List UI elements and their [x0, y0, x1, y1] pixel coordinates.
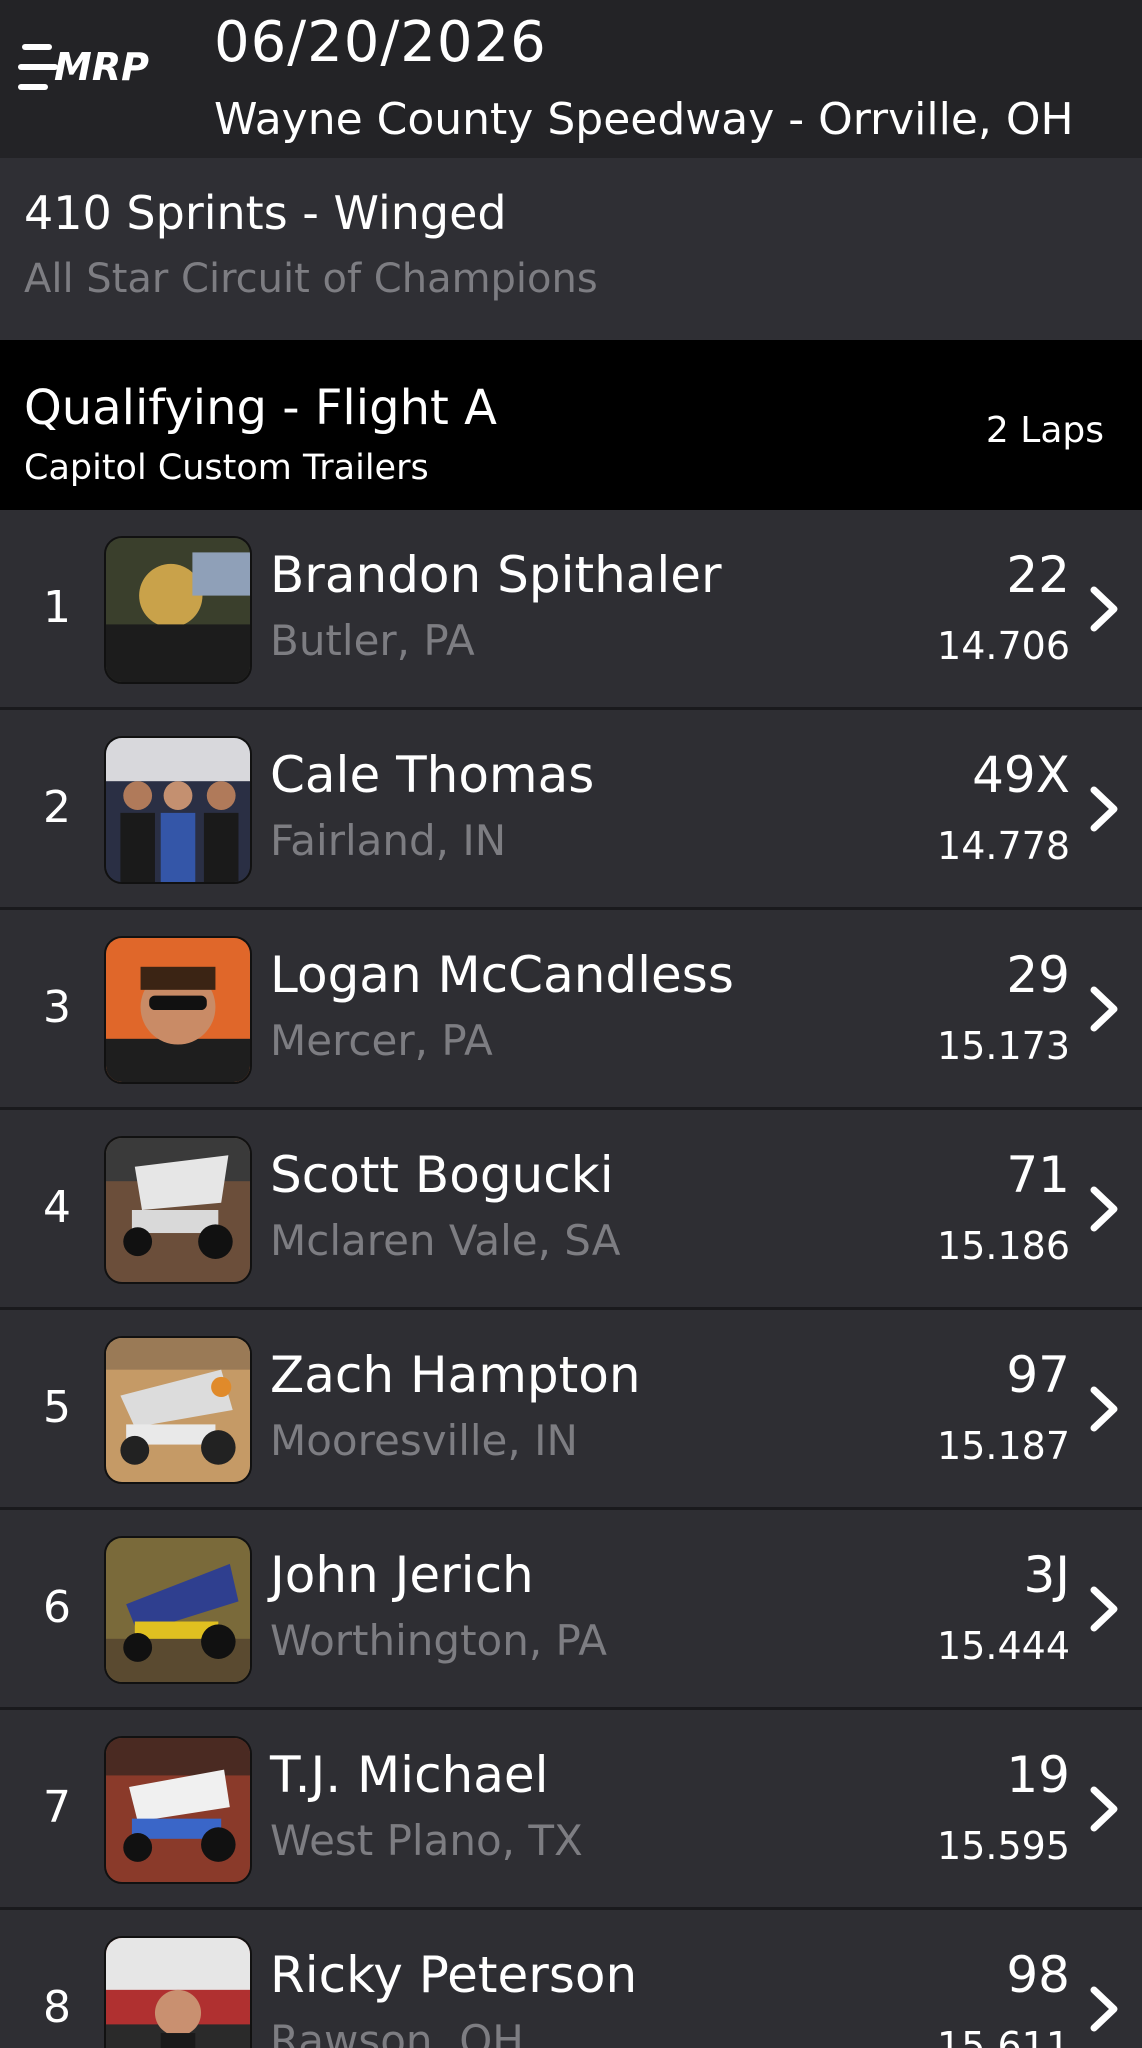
result-row[interactable]: 1 Brandon Spithaler Butler, PA 22 14.706	[0, 510, 1142, 710]
series-name: All Star Circuit of Champions	[24, 256, 598, 302]
car-number: 71	[1006, 1146, 1070, 1204]
driver-photo	[104, 1536, 252, 1684]
driver-name: Logan McCandless	[270, 946, 734, 1004]
chevron-right-icon	[1090, 586, 1118, 632]
lap-time: 15.611	[937, 2024, 1070, 2048]
lap-time: 15.186	[937, 1224, 1070, 1268]
class-name: 410 Sprints - Winged	[24, 186, 507, 240]
driver-name: Cale Thomas	[270, 746, 595, 804]
car-number: 22	[1006, 546, 1070, 604]
result-row[interactable]: 3 Logan McCandless Mercer, PA 29 15.173	[0, 910, 1142, 1110]
driver-photo	[104, 736, 252, 884]
car-number: 3J	[1023, 1546, 1070, 1604]
chevron-right-icon	[1090, 1786, 1118, 1832]
result-row[interactable]: 5 Zach Hampton Mooresville, IN 97 15.187	[0, 1310, 1142, 1510]
lap-time: 15.187	[937, 1424, 1070, 1468]
driver-hometown: Rawson, OH	[270, 2016, 524, 2048]
lap-time: 15.173	[937, 1024, 1070, 1068]
finish-position: 1	[43, 582, 71, 633]
event-venue: Wayne County Speedway - Orrville, OH	[214, 94, 1074, 145]
driver-photo	[104, 1136, 252, 1284]
driver-name: Ricky Peterson	[270, 1946, 638, 2004]
lap-time: 14.778	[937, 824, 1070, 868]
app-header: MRP 06/20/2026 Wayne County Speedway - O…	[0, 0, 1142, 158]
session-sponsor: Capitol Custom Trailers	[24, 448, 429, 488]
finish-position: 4	[43, 1182, 71, 1233]
chevron-right-icon	[1090, 1986, 1118, 2032]
driver-name: Zach Hampton	[270, 1346, 641, 1404]
driver-name: T.J. Michael	[270, 1746, 549, 1804]
session-name: Qualifying - Flight A	[24, 380, 497, 436]
session-laps: 2 Laps	[985, 410, 1104, 451]
car-number: 29	[1006, 946, 1070, 1004]
lap-time: 15.444	[937, 1624, 1070, 1668]
driver-hometown: Mercer, PA	[270, 1016, 493, 1065]
driver-photo	[104, 536, 252, 684]
driver-hometown: Mclaren Vale, SA	[270, 1216, 621, 1265]
driver-photo	[104, 1736, 252, 1884]
lap-time: 14.706	[937, 624, 1070, 668]
driver-name: John Jerich	[270, 1546, 534, 1604]
chevron-right-icon	[1090, 786, 1118, 832]
finish-position: 7	[43, 1782, 71, 1833]
car-number: 98	[1006, 1946, 1070, 2004]
driver-hometown: Worthington, PA	[270, 1616, 607, 1665]
driver-hometown: Butler, PA	[270, 616, 475, 665]
result-row[interactable]: 4 Scott Bogucki Mclaren Vale, SA 71 15.1…	[0, 1110, 1142, 1310]
session-header: Qualifying - Flight A Capitol Custom Tra…	[0, 340, 1142, 510]
driver-name: Scott Bogucki	[270, 1146, 614, 1204]
chevron-right-icon	[1090, 1586, 1118, 1632]
finish-position: 3	[43, 982, 71, 1033]
result-row[interactable]: 7 T.J. Michael West Plano, TX 19 15.595	[0, 1710, 1142, 1910]
finish-position: 8	[43, 1982, 71, 2033]
chevron-right-icon	[1090, 1386, 1118, 1432]
lap-time: 15.595	[937, 1824, 1070, 1868]
result-row[interactable]: 6 John Jerich Worthington, PA 3J 15.444	[0, 1510, 1142, 1710]
car-number: 97	[1006, 1346, 1070, 1404]
chevron-right-icon	[1090, 1186, 1118, 1232]
driver-hometown: Mooresville, IN	[270, 1416, 578, 1465]
driver-hometown: West Plano, TX	[270, 1816, 583, 1865]
event-date: 06/20/2026	[214, 10, 547, 75]
result-row[interactable]: 2 Cale Thomas Fairland, IN 49X 14.778	[0, 710, 1142, 910]
result-row[interactable]: 8 Ricky Peterson Rawson, OH 98 15.611	[0, 1910, 1142, 2048]
driver-hometown: Fairland, IN	[270, 816, 507, 865]
finish-position: 5	[43, 1382, 71, 1433]
driver-name: Brandon Spithaler	[270, 546, 722, 604]
logo-text: MRP	[54, 45, 149, 89]
driver-photo	[104, 1336, 252, 1484]
finish-position: 2	[43, 782, 71, 833]
driver-photo	[104, 936, 252, 1084]
finish-position: 6	[43, 1582, 71, 1633]
driver-photo	[104, 1936, 252, 2048]
car-number: 19	[1006, 1746, 1070, 1804]
event-class-panel: 410 Sprints - Winged All Star Circuit of…	[0, 158, 1142, 340]
hamburger-icon: MRP	[18, 44, 149, 90]
results-list: 1 Brandon Spithaler Butler, PA 22 14.706…	[0, 510, 1142, 2048]
chevron-right-icon	[1090, 986, 1118, 1032]
car-number: 49X	[972, 746, 1070, 804]
menu-logo-button[interactable]: MRP	[18, 40, 150, 108]
